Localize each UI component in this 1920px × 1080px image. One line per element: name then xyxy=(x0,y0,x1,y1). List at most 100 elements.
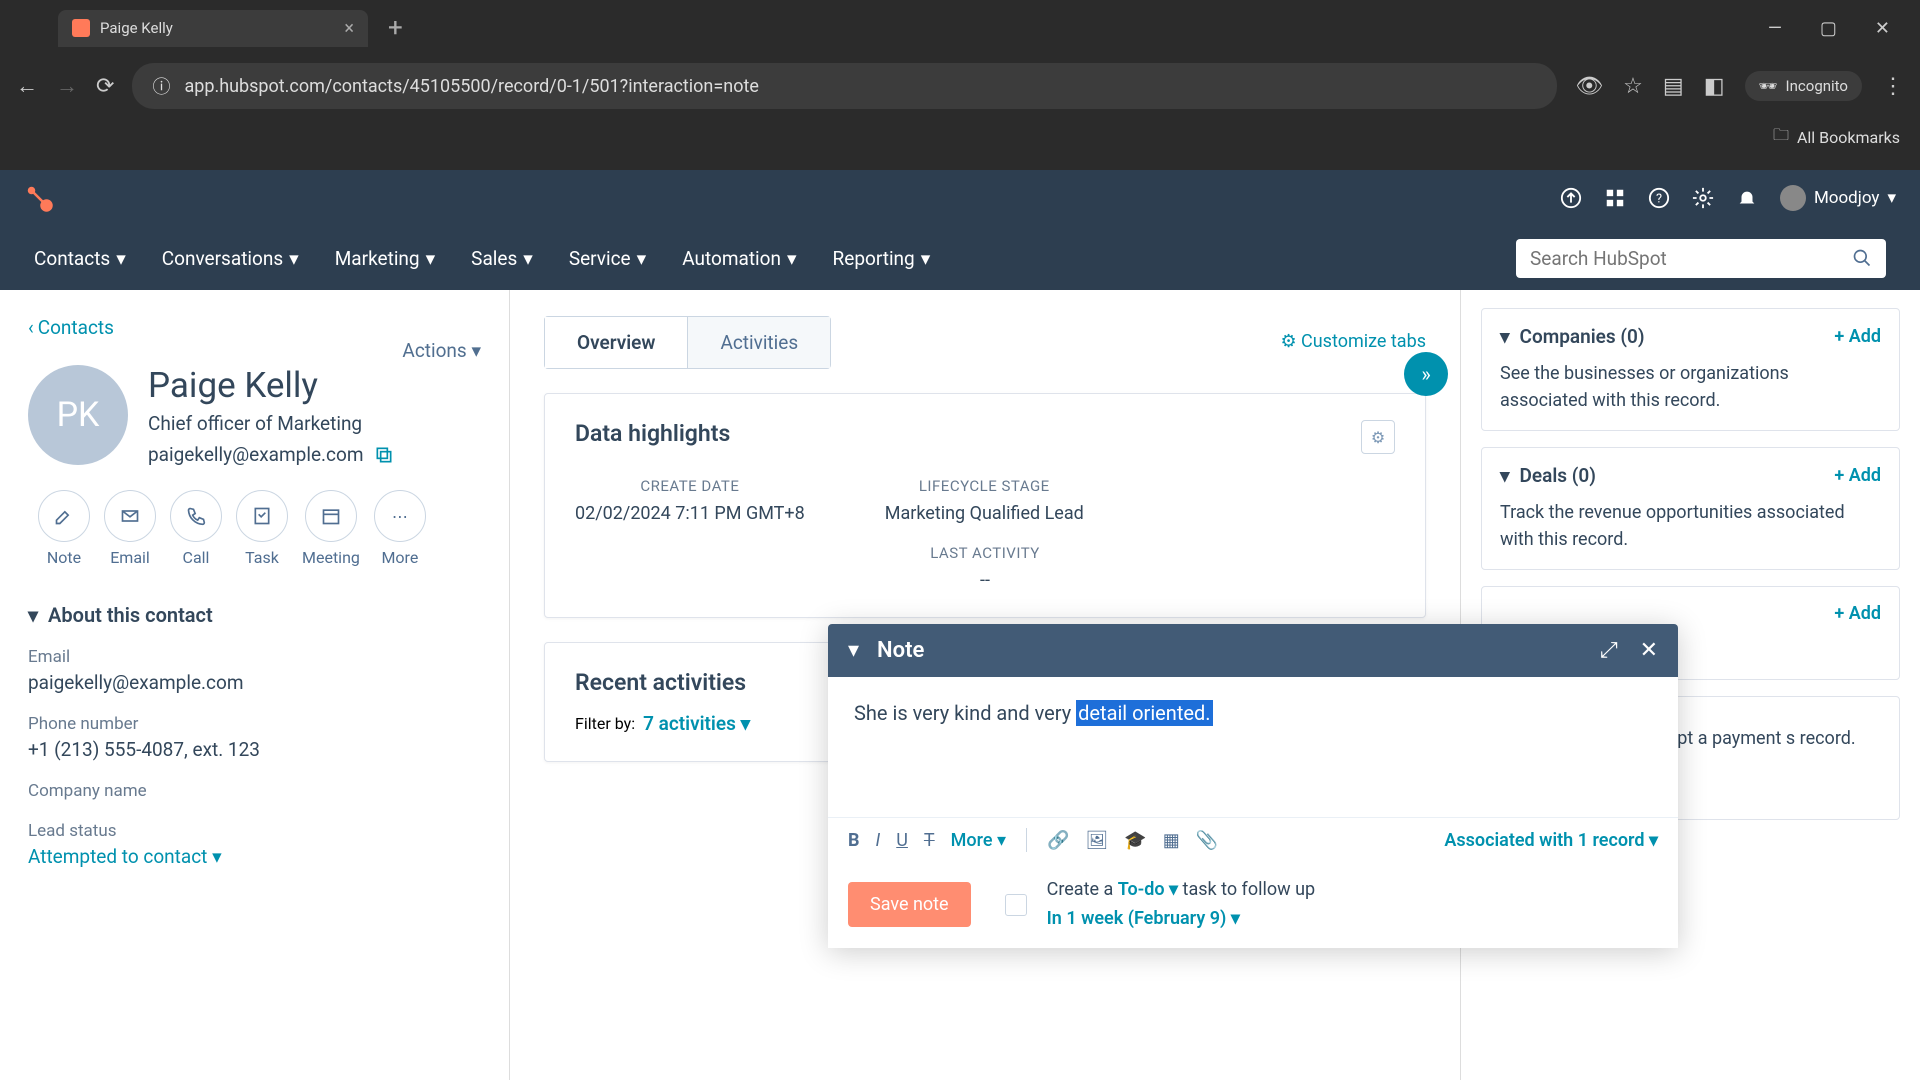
more-action[interactable]: ⋯More xyxy=(374,490,426,567)
email-field: Email paigekelly@example.com xyxy=(28,647,481,694)
call-action[interactable]: Call xyxy=(170,490,222,567)
menu-icon[interactable]: ⋮ xyxy=(1882,74,1904,99)
email-action[interactable]: Email xyxy=(104,490,156,567)
add-ticket-link[interactable]: + Add xyxy=(1834,603,1881,624)
nav-sales[interactable]: Sales xyxy=(471,247,533,270)
lead-status-dropdown[interactable]: Attempted to contact xyxy=(28,845,481,868)
incognito-chip[interactable]: 🕶 Incognito xyxy=(1745,71,1863,101)
extensions-icon[interactable]: ▤ xyxy=(1663,74,1684,99)
card-settings-button[interactable]: ⚙ xyxy=(1361,420,1395,454)
note-footer: Save note Create a To-do task to follow … xyxy=(828,862,1678,948)
filter-dropdown[interactable]: 7 activities xyxy=(643,712,750,735)
associated-records-dropdown[interactable]: Associated with 1 record xyxy=(1444,830,1658,851)
image-button[interactable]: 🖼 xyxy=(1085,830,1108,851)
browser-tab[interactable]: Paige Kelly × xyxy=(58,10,368,47)
field-label: Phone number xyxy=(28,714,481,734)
maximize-icon[interactable]: ▢ xyxy=(1820,18,1837,39)
about-header[interactable]: About this contact xyxy=(28,603,481,627)
hubspot-logo-icon[interactable] xyxy=(24,183,54,213)
new-tab-button[interactable]: + xyxy=(388,13,403,43)
card-description: See the businesses or organizations asso… xyxy=(1500,360,1881,414)
note-header-actions: ⤢ ✕ xyxy=(1600,638,1658,663)
notifications-icon[interactable] xyxy=(1736,187,1758,209)
card-header[interactable]: + Add xyxy=(1500,603,1881,624)
create-todo-checkbox[interactable] xyxy=(1005,894,1027,916)
all-bookmarks-link[interactable]: All Bookmarks xyxy=(1797,128,1900,147)
more-format-dropdown[interactable]: More xyxy=(951,830,1006,851)
about-section: About this contact Email paigekelly@exam… xyxy=(28,603,481,868)
chevron-down-icon xyxy=(741,712,751,735)
card-title: Companies (0) xyxy=(1520,325,1645,348)
nav-marketing[interactable]: Marketing xyxy=(335,247,435,270)
italic-button[interactable]: I xyxy=(876,830,881,851)
note-toolbar: B I U T More 🔗 🖼 🎓 ▦ 📎 Associated with 1… xyxy=(828,817,1678,862)
tab-overview[interactable]: Overview xyxy=(545,317,688,368)
site-info-icon[interactable]: ⓘ xyxy=(152,73,170,99)
expand-note-icon[interactable]: ⤢ xyxy=(1600,638,1618,663)
nav-reporting[interactable]: Reporting xyxy=(833,247,931,270)
underline-button[interactable]: U xyxy=(896,830,908,851)
close-window-icon[interactable]: ✕ xyxy=(1875,18,1890,39)
contact-avatar[interactable]: PK xyxy=(28,365,128,465)
nav-automation[interactable]: Automation xyxy=(682,247,796,270)
card-description: Track the revenue opportunities associat… xyxy=(1500,499,1881,553)
nav-contacts[interactable]: Contacts xyxy=(34,247,126,270)
field-value[interactable]: +1 (213) 555-4087, ext. 123 xyxy=(28,738,481,761)
chevron-down-icon xyxy=(289,247,299,270)
field-label: Lead status xyxy=(28,821,481,841)
nav-service[interactable]: Service xyxy=(569,247,646,270)
close-tab-icon[interactable]: × xyxy=(344,18,354,39)
task-action[interactable]: Task xyxy=(236,490,288,567)
search-wrap[interactable] xyxy=(1516,239,1886,278)
separator xyxy=(1026,828,1027,852)
back-icon[interactable]: ← xyxy=(16,73,38,99)
card-header[interactable]: Deals (0) + Add xyxy=(1500,464,1881,487)
star-icon[interactable]: ☆ xyxy=(1623,74,1643,99)
minimize-icon[interactable]: — xyxy=(1768,18,1782,39)
marketplace-icon[interactable] xyxy=(1604,187,1626,209)
meeting-action[interactable]: Meeting xyxy=(302,490,360,567)
reload-icon[interactable]: ⟳ xyxy=(96,74,114,99)
attachment-button[interactable]: 📎 xyxy=(1196,830,1218,851)
lead-status-field: Lead status Attempted to contact xyxy=(28,821,481,868)
bookmarks-bar: 🗀 All Bookmarks xyxy=(0,116,1920,159)
actions-dropdown[interactable]: Actions xyxy=(402,339,481,362)
field-value[interactable]: paigekelly@example.com xyxy=(28,671,481,694)
add-deal-link[interactable]: + Add xyxy=(1834,465,1881,486)
note-action[interactable]: Note xyxy=(38,490,90,567)
search-icon[interactable] xyxy=(1852,248,1872,268)
copy-icon[interactable] xyxy=(374,445,394,465)
minimize-note-icon[interactable] xyxy=(848,638,859,663)
knowledge-button[interactable]: 🎓 xyxy=(1124,830,1146,851)
tab-activities[interactable]: Activities xyxy=(688,317,830,368)
close-note-icon[interactable]: ✕ xyxy=(1640,638,1658,663)
note-icon xyxy=(54,506,74,526)
collapse-panel-button[interactable]: » xyxy=(1404,352,1448,396)
company-field: Company name xyxy=(28,781,481,801)
upgrade-icon[interactable] xyxy=(1560,187,1582,209)
phone-icon xyxy=(186,506,206,526)
note-editor[interactable]: She is very kind and very detail oriente… xyxy=(828,677,1678,817)
help-icon[interactable]: ? xyxy=(1648,187,1670,209)
user-menu[interactable]: Moodjoy xyxy=(1780,185,1896,211)
customize-tabs-link[interactable]: ⚙ Customize tabs xyxy=(1280,331,1426,352)
todo-date-dropdown[interactable]: In 1 week (February 9) xyxy=(1047,908,1240,929)
clear-format-button[interactable]: T xyxy=(924,830,935,851)
eye-off-icon[interactable]: 👁 xyxy=(1575,74,1603,99)
search-input[interactable] xyxy=(1530,247,1852,270)
card-header[interactable]: Companies (0) + Add xyxy=(1500,325,1881,348)
back-to-contacts[interactable]: ‹ Contacts xyxy=(28,316,481,339)
settings-icon[interactable] xyxy=(1692,187,1714,209)
todo-type-dropdown[interactable]: To-do xyxy=(1118,879,1178,900)
bold-button[interactable]: B xyxy=(848,830,860,851)
save-note-button[interactable]: Save note xyxy=(848,882,971,927)
chevron-down-icon xyxy=(1887,188,1896,208)
url-field[interactable]: ⓘ app.hubspot.com/contacts/45105500/reco… xyxy=(132,63,1557,109)
sidepanel-icon[interactable]: ◧ xyxy=(1704,74,1725,99)
email-icon xyxy=(120,506,140,526)
top-nav-right: ? Moodjoy xyxy=(1560,185,1896,211)
nav-conversations[interactable]: Conversations xyxy=(162,247,299,270)
link-button[interactable]: 🔗 xyxy=(1047,830,1069,851)
snippet-button[interactable]: ▦ xyxy=(1163,830,1180,851)
add-company-link[interactable]: + Add xyxy=(1834,326,1881,347)
